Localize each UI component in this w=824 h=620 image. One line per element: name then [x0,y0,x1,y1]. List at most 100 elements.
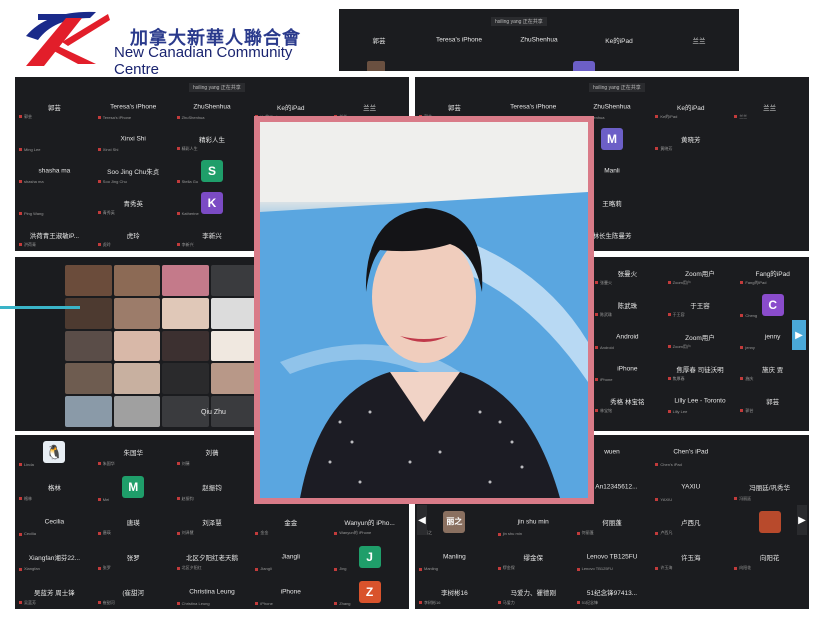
participant-tile[interactable]: 洪荷青王淑敏iP... 洪荷青 [15,219,94,251]
participant-tile[interactable] [730,155,809,187]
gallery-video-tile[interactable] [162,297,209,329]
participant-tile[interactable]: 卢西凡 卢西凡 [651,505,730,540]
participant-tile[interactable]: ZhuShenhua [499,29,579,51]
prev-page-arrow[interactable]: ◀ [417,505,427,535]
participant-tile[interactable]: C Cheng [736,289,809,321]
participant-tile[interactable]: 吴蓝芳 周士锋 吴蓝芳 [15,574,94,609]
participant-tile[interactable] [651,187,730,219]
participant-tile[interactable]: 焦厚春 司徒沃明 焦厚春 [664,353,737,385]
gallery-video-tile[interactable] [113,363,160,395]
participant-tile[interactable]: Xinxi Shi Xinxi Shi [94,123,173,155]
participant-tile[interactable]: 赵振钧 赵振钧 [173,470,252,505]
participant-tile[interactable]: 向阳花 向阳花 [730,539,809,574]
gallery-video-tile[interactable] [65,330,112,362]
participant-tile[interactable]: Wanyun的 iPho... Wanyun的 iPhone [330,505,409,540]
participant-tile[interactable]: 朱国华 朱国华 [94,435,173,470]
participant-tile[interactable]: 虎玲 虎玲 [94,219,173,251]
participant-tile[interactable]: 施庆 贾施庆 [736,353,809,385]
participant-tile[interactable] [730,123,809,155]
participant-tile[interactable]: 郭芸郭芸 [15,91,94,123]
participant-tile[interactable]: Jiangli Jiangli [251,539,330,574]
participant-tile[interactable]: iPhone iPhone [591,353,664,385]
participant-tile[interactable]: 郭芸 [339,29,419,51]
participant-tile[interactable]: Ke的iPadKe的iPad [651,91,730,123]
participant-tile[interactable]: Ping Wang [15,187,94,219]
participant-tile[interactable]: 张罗 张罗 [94,539,173,574]
participant-tile[interactable]: 黄晓芳 黄晓芳 [651,123,730,155]
participant-tile[interactable]: 李树彬16 李树彬16 [415,574,494,609]
participant-tile[interactable]: Christina Leung Christina Leung [173,574,252,609]
participant-tile[interactable]: 陈武珠 陈武珠 [591,289,664,321]
participant-tile[interactable]: 冯丽廷/巩秀华 冯丽廷 [730,470,809,505]
participant-tile[interactable]: S Stella Gu [173,155,252,187]
participant-tile[interactable]: 秀格 林宝铭 林宝铭 [591,385,664,417]
participant-tile[interactable]: 何丽蓬 何丽蓬 [573,505,652,540]
participant-tile[interactable]: 于王容 于王容 [664,289,737,321]
gallery-video-tile[interactable] [65,265,112,296]
participant-tile[interactable]: Xiangfan湘芬22... Xiangfan [15,539,94,574]
participant-tile[interactable]: 缪金保 缪金保 [494,539,573,574]
gallery-video-tile[interactable] [113,330,160,362]
participant-tile[interactable]: Soo Jing Chu朱贞 Soo Jing Chu [94,155,173,187]
participant-tile[interactable]: shasha ma shasha ma [15,155,94,187]
participant-tile[interactable]: 张曼火 张曼火 [591,257,664,289]
participant-tile[interactable]: Teresa's iPhone Teresa's iPhone [94,91,173,123]
participant-tile[interactable]: M Mei [94,470,173,505]
gallery-video-tile[interactable] [162,363,209,395]
participant-tile[interactable]: (崔甜河 崔甜河 [94,574,173,609]
participant-tile[interactable]: 刘蒨 刘蒨 [173,435,252,470]
participant-tile[interactable]: 许玉海 许玉海 [651,539,730,574]
gallery-video-tile[interactable] [162,265,209,296]
participant-tile[interactable]: 🐧 Linda [15,435,94,470]
gallery-video-tile[interactable] [113,297,160,329]
participant-tile[interactable]: 兰兰兰兰 [730,91,809,123]
next-page-arrow[interactable]: ▶ [792,320,806,350]
participant-tile[interactable]: Ke的iPad [579,29,659,51]
participant-tile[interactable]: jin shu min jin shu min [494,505,573,540]
participant-tile[interactable]: 格林 格林 [15,470,94,505]
participant-tile[interactable] [730,219,809,251]
participant-tile[interactable] [651,219,730,251]
participant-tile[interactable]: 兰兰 [659,29,739,51]
gallery-video-tile[interactable] [113,396,160,427]
participant-tile[interactable]: Cecilia Cecilia [15,505,94,540]
next-page-arrow[interactable]: ▶ [797,505,807,535]
participant-tile[interactable]: 金金 金金 [251,505,330,540]
participant-tile[interactable]: 马爱力、瞿德刚 马爱力 [494,574,573,609]
participant-tile[interactable]: 北区夕阳红老天鹅 北区夕阳红 [173,539,252,574]
participant-tile[interactable] [651,155,730,187]
participant-tile[interactable] [730,187,809,219]
participant-tile[interactable]: Manling Manling [415,539,494,574]
gallery-video-tile[interactable] [113,265,160,296]
participant-tile[interactable]: 青秀英 青秀英 [94,187,173,219]
participant-tile[interactable]: 精彩人生精彩人生 [173,123,252,155]
participant-tile[interactable]: Zoom用户 Zoom用户 [664,257,737,289]
participant-tile[interactable]: Fang的iPad Fang的iPad [736,257,809,289]
participant-tile[interactable]: Teresa's iPhone [419,29,499,51]
participant-tile[interactable]: 51纪念锋97413... 51纪念锋 [573,574,652,609]
participant-tile[interactable]: Ming Lee [15,123,94,155]
gallery-video-tile[interactable] [210,330,257,362]
gallery-video-tile[interactable] [210,265,257,296]
participant-tile[interactable]: Android Android [591,321,664,353]
gallery-video-tile[interactable] [65,396,112,427]
participant-tile[interactable]: KKatherine [173,187,252,219]
participant-tile[interactable]: YAXIU YAXIU [651,470,730,505]
gallery-video-tile[interactable] [162,330,209,362]
participant-tile[interactable]: Chen's iPad Chen's iPad [651,435,730,470]
participant-tile[interactable]: 李新兴李新兴 [173,219,252,251]
participant-tile[interactable]: J Jing [330,539,409,574]
gallery-video-tile[interactable] [65,297,112,329]
gallery-video-tile[interactable] [210,297,257,329]
participant-tile[interactable]: Zoom用户 Zoom用户 [664,321,737,353]
gallery-video-tile[interactable] [210,363,257,395]
participant-tile[interactable]: 郭芸郭芸 [736,385,809,417]
participant-tile[interactable]: 唐瑛 唐瑛 [94,505,173,540]
participant-tile[interactable]: 刘泽慧 刘泽慧 [173,505,252,540]
participant-tile[interactable]: Lenovo TB125FU Lenovo TB125FU [573,539,652,574]
participant-tile[interactable]: Z Zhang [330,574,409,609]
gallery-video-tile[interactable] [65,363,112,395]
participant-tile[interactable]: ZhuShenhua ZhuShenhua [173,91,252,123]
participant-tile[interactable] [730,435,809,470]
participant-tile[interactable]: iPhone iPhone [251,574,330,609]
